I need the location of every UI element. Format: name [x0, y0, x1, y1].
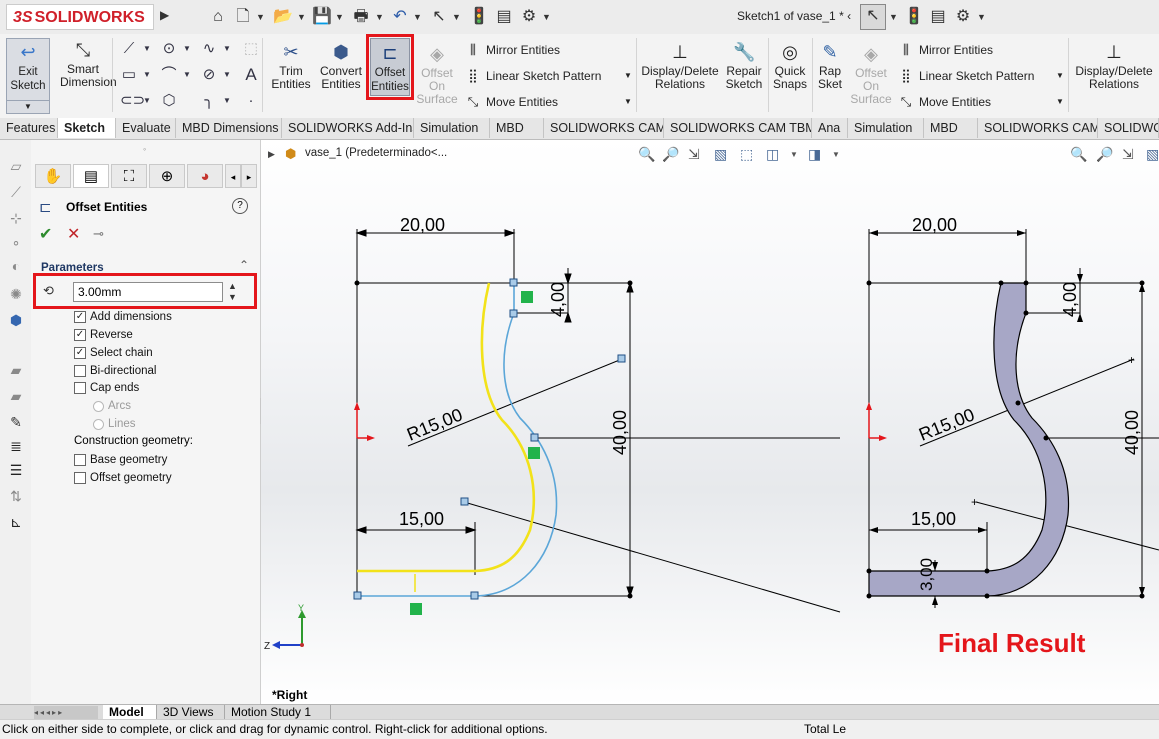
- relation-glyph: [521, 291, 533, 303]
- relation-glyph: [528, 447, 540, 459]
- tab-model[interactable]: Model: [103, 705, 157, 720]
- triad-y-label: Y: [298, 603, 304, 613]
- status-message: Click on either side to complete, or cli…: [2, 722, 548, 736]
- left-dim-radius: R15,00: [404, 404, 465, 444]
- tab-motion-study[interactable]: Motion Study 1: [225, 705, 331, 720]
- base-profile-line: [357, 312, 558, 597]
- final-result-label: Final Result: [938, 628, 1086, 658]
- view-name-label: *Right: [272, 688, 307, 702]
- result-solid-profile: [868, 282, 1070, 597]
- svg-text:+: +: [1128, 353, 1135, 367]
- relation-glyph: [410, 603, 422, 615]
- left-dim-small: 4,00: [548, 282, 568, 317]
- right-dim-top: 20,00: [912, 215, 957, 235]
- left-dim-top: 20,00: [400, 215, 445, 235]
- tab-3d-views[interactable]: 3D Views: [157, 705, 225, 720]
- right-dim-radius: R15,00: [916, 404, 977, 444]
- tab-scroll-arrows-icon[interactable]: ◂◂◂▸▸: [34, 706, 98, 719]
- status-bar: Click on either side to complete, or cli…: [0, 719, 1159, 739]
- right-dim-height: 40,00: [1122, 410, 1142, 455]
- status-total-length: Total Le: [804, 722, 847, 736]
- left-dim-height: 40,00: [610, 410, 630, 455]
- sketch-canvas: 20,00 4,00 R15,00 40,00 15,00 + + 20,00 …: [264, 215, 1159, 702]
- svg-text:+: +: [971, 495, 978, 509]
- bottom-tab-bar: ◂◂◂▸▸ Model 3D Views Motion Study 1: [0, 704, 1159, 720]
- triad-z-label: Z: [264, 641, 270, 652]
- right-dim-bottom: 15,00: [911, 509, 956, 529]
- right-dim-small: 4,00: [1060, 282, 1080, 317]
- right-dim-thickness: 3,00: [917, 558, 936, 591]
- left-dim-bottom: 15,00: [399, 509, 444, 529]
